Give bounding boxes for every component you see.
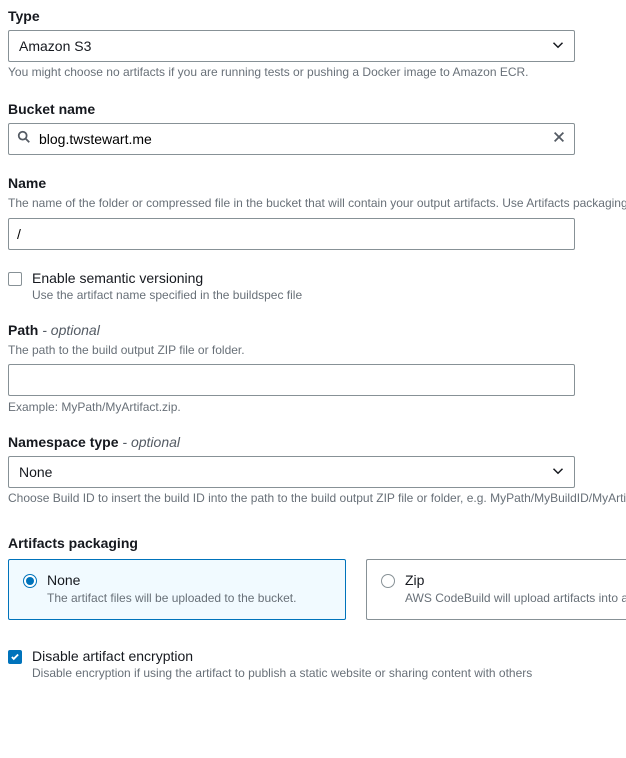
type-label: Type [8,8,626,24]
path-label: Path - optional [8,322,626,338]
caret-down-icon [552,464,564,480]
disable-encryption-sub: Disable encryption if using the artifact… [32,666,532,680]
disable-encryption-title: Disable artifact encryption [32,648,532,664]
namespace-label: Namespace type - optional [8,434,626,450]
semantic-versioning-title: Enable semantic versioning [32,270,302,286]
namespace-help: Choose Build ID to insert the build ID i… [8,490,626,507]
packaging-none-sub: The artifact files will be uploaded to t… [47,590,296,607]
type-select-value: Amazon S3 [19,38,91,54]
radio-icon [23,574,37,588]
path-help: The path to the build output ZIP file or… [8,342,626,359]
path-example: Example: MyPath/MyArtifact.zip. [8,400,626,414]
namespace-select[interactable]: None [8,456,575,488]
bucket-label: Bucket name [8,101,626,117]
search-icon [17,130,31,147]
radio-icon [381,574,395,588]
semantic-versioning-sub: Use the artifact name specified in the b… [32,288,302,302]
packaging-zip-title: Zip [405,572,626,588]
type-select[interactable]: Amazon S3 [8,30,575,62]
packaging-option-none[interactable]: None The artifact files will be uploaded… [8,559,346,620]
packaging-label: Artifacts packaging [8,535,626,551]
path-input[interactable] [8,364,575,396]
packaging-option-zip[interactable]: Zip AWS CodeBuild will upload artifacts … [366,559,626,620]
namespace-select-value: None [19,464,52,480]
bucket-input[interactable] [35,131,548,147]
semantic-versioning-checkbox[interactable] [8,272,22,286]
name-help: The name of the folder or compressed fil… [8,195,626,212]
name-label: Name [8,175,626,191]
name-input[interactable] [8,218,575,250]
bucket-input-wrap[interactable] [8,123,575,155]
packaging-zip-sub: AWS CodeBuild will upload artifacts into… [405,590,626,607]
type-help: You might choose no artifacts if you are… [8,64,626,81]
caret-down-icon [552,38,564,54]
clear-icon[interactable] [552,130,566,147]
packaging-none-title: None [47,572,296,588]
disable-encryption-checkbox[interactable] [8,650,22,664]
